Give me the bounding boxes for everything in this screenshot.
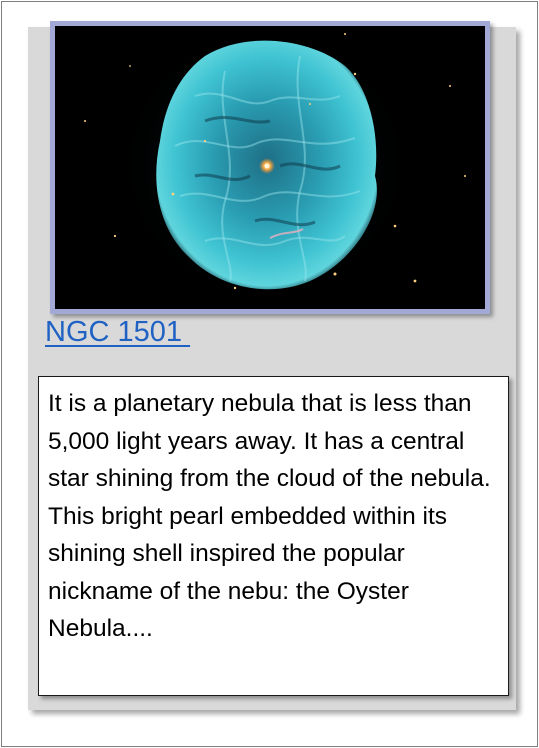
nebula-image [50,21,490,314]
nebula-picture [55,26,485,309]
description-box: It is a planetary nebula that is less th… [38,376,509,696]
nebula-title-link[interactable]: NGC 1501 [45,316,190,349]
description-text: It is a planetary nebula that is less th… [48,390,491,642]
